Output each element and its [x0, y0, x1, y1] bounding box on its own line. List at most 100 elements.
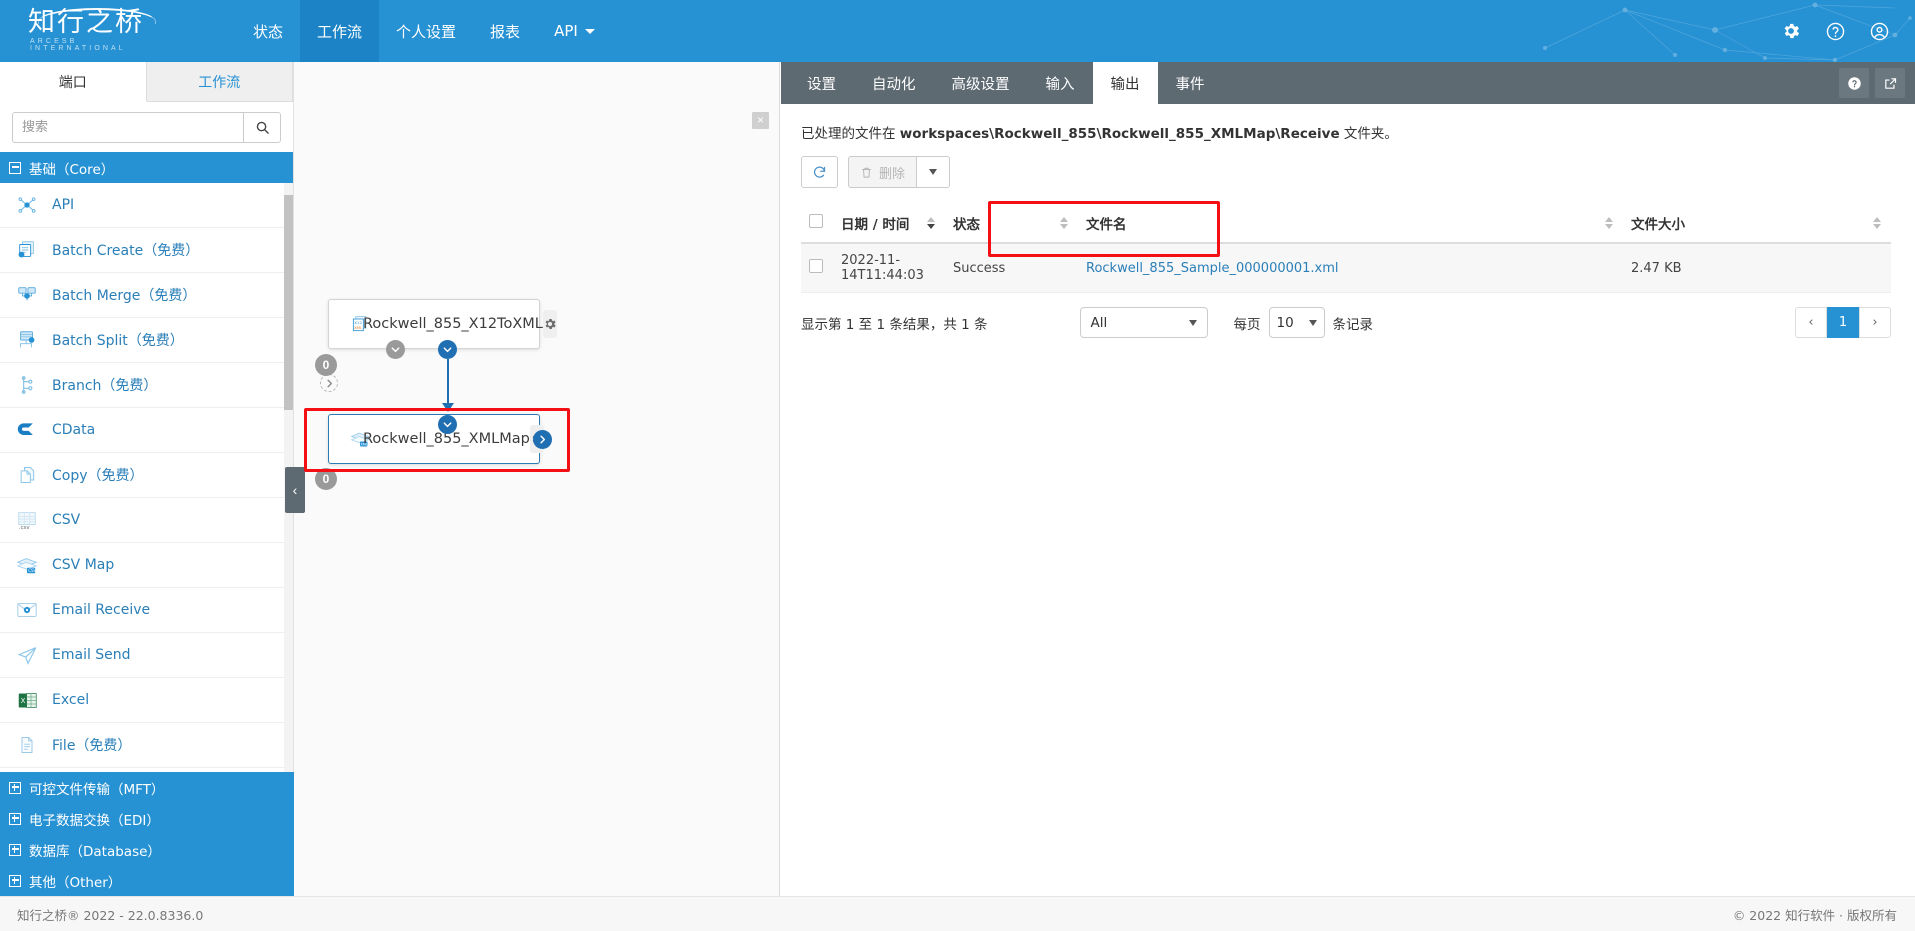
sidebar-group-mft[interactable]: 可控文件传输（MFT）	[0, 772, 294, 803]
delete-dropdown-button[interactable]	[916, 156, 950, 188]
nav-item-status[interactable]: 状态	[236, 0, 300, 62]
cdata-icon	[12, 420, 42, 440]
node-label: Rockwell_855_X12ToXML	[363, 316, 543, 332]
tab-input[interactable]: 输入	[1028, 62, 1093, 104]
close-icon[interactable]: ×	[752, 112, 769, 129]
group-label: 基础（Core）	[29, 158, 114, 178]
column-label: 文件名	[1086, 217, 1127, 233]
sidebar-item-batch-merge[interactable]: Batch Merge（免费）	[0, 273, 293, 318]
column-select-all	[801, 204, 833, 243]
chevron-down-icon	[1189, 320, 1197, 326]
tab-output[interactable]: 输出	[1093, 62, 1158, 104]
sidebar-tab-ports[interactable]: 端口	[0, 62, 147, 102]
sidebar-item-excel[interactable]: X Excel	[0, 678, 293, 723]
refresh-button[interactable]	[801, 156, 838, 188]
delete-button-group: 删除	[848, 156, 950, 188]
version-text: 知行之桥® 2022 - 22.0.8336.0	[17, 905, 203, 924]
nav-item-reports[interactable]: 报表	[473, 0, 537, 62]
sidebar-item-branch[interactable]: Branch（免费）	[0, 363, 293, 408]
sidebar-item-label: CData	[52, 422, 95, 438]
tab-events[interactable]: 事件	[1158, 62, 1223, 104]
per-page-select[interactable]: 10	[1269, 307, 1325, 338]
sidebar-item-label: CSV Map	[52, 557, 114, 573]
search-input[interactable]	[12, 112, 243, 143]
next-label: ›	[1872, 315, 1877, 330]
sidebar-group-other[interactable]: 其他（Other）	[0, 865, 294, 896]
sidebar-item-file[interactable]: File（免费）	[0, 723, 293, 768]
tab-label: 输出	[1111, 73, 1140, 94]
column-filename[interactable]: 文件名	[1078, 204, 1623, 243]
node-output-connector-secondary[interactable]	[386, 340, 405, 359]
nav-item-api[interactable]: API	[537, 0, 612, 62]
table-row[interactable]: 2022-11-14T11:44:03 Success Rockwell_855…	[801, 243, 1891, 293]
tab-settings[interactable]: 设置	[789, 62, 854, 104]
table-header-row: 日期 / 时间 状态	[801, 204, 1891, 243]
per-page-prefix: 每页	[1234, 313, 1261, 333]
sidebar-item-cdata[interactable]: CData	[0, 408, 293, 453]
sidebar-item-api[interactable]: API	[0, 183, 293, 228]
scrollbar-thumb[interactable]	[284, 195, 293, 410]
gear-icon[interactable]	[1769, 9, 1813, 53]
sidebar-item-csv[interactable]: .csv CSV	[0, 498, 293, 543]
right-panel: 设置 自动化 高级设置 输入 输出 事件	[781, 62, 1915, 931]
app-logo[interactable]: 知行之桥 ARCESB INTERNATIONAL	[24, 6, 164, 54]
gear-icon[interactable]	[543, 310, 557, 338]
help-icon[interactable]	[1813, 9, 1857, 53]
workflow-canvas[interactable]: × ‹ 0 X12 XML Rockwell_855_X12ToXML	[294, 62, 780, 931]
tab-automation[interactable]: 自动化	[854, 62, 934, 104]
filter-select[interactable]: All	[1080, 307, 1208, 338]
sidebar-item-csv-map[interactable]: CSV CSV Map	[0, 543, 293, 588]
sidebar-group-core[interactable]: 基础（Core）	[0, 152, 293, 183]
column-datetime[interactable]: 日期 / 时间	[833, 204, 945, 243]
node-output-connector-primary[interactable]	[438, 340, 457, 359]
select-all-checkbox[interactable]	[809, 214, 823, 228]
help-icon[interactable]	[1839, 68, 1869, 98]
nav-item-workflow[interactable]: 工作流	[300, 0, 379, 62]
pagination-next-button[interactable]: ›	[1859, 307, 1891, 338]
account-icon[interactable]	[1857, 9, 1901, 53]
chevron-down-icon	[585, 29, 595, 34]
pagination-controls: ‹ 1 ›	[1795, 307, 1891, 338]
nav-label: API	[554, 22, 578, 40]
nav-item-personal-settings[interactable]: 个人设置	[379, 0, 473, 62]
pagination-page-1[interactable]: 1	[1827, 307, 1859, 338]
node-output-connector-right[interactable]	[533, 430, 552, 449]
svg-text:X: X	[20, 697, 25, 705]
page-label: 1	[1839, 315, 1847, 330]
delete-button[interactable]: 删除	[848, 156, 916, 188]
nav-label: 报表	[490, 21, 520, 42]
email-receive-icon	[12, 599, 42, 621]
pagination-prev-button[interactable]: ‹	[1795, 307, 1827, 338]
group-label: 电子数据交换（EDI）	[29, 809, 160, 829]
sidebar-item-email-send[interactable]: Email Send	[0, 633, 293, 678]
node-input-connector[interactable]	[438, 415, 457, 434]
file-download-link[interactable]: Rockwell_855_Sample_000000001.xml	[1086, 261, 1339, 276]
sidebar-collapse-handle[interactable]: ‹	[285, 467, 305, 513]
pagination-info: 显示第 1 至 1 条结果，共 1 条	[801, 313, 988, 333]
workflow-node-xmlmap[interactable]: XML Rockwell_855_XMLMap	[328, 414, 540, 464]
filter-value: All	[1091, 315, 1108, 331]
desc-path: workspaces\Rockwell_855\Rockwell_855_XML…	[900, 126, 1340, 142]
expand-plus-icon	[9, 875, 21, 887]
sidebar-item-label: Email Receive	[52, 602, 150, 618]
node-connector-arrowhead	[442, 403, 454, 412]
tab-advanced-settings[interactable]: 高级设置	[934, 62, 1028, 104]
sidebar-item-batch-create[interactable]: Batch Create（免费）	[0, 228, 293, 273]
prev-label: ‹	[1808, 315, 1813, 330]
node-input-connector[interactable]	[320, 374, 338, 392]
column-label: 状态	[953, 217, 980, 233]
search-button[interactable]	[243, 112, 281, 143]
sidebar-item-copy[interactable]: Copy（免费）	[0, 453, 293, 498]
sidebar-group-edi[interactable]: 电子数据交换（EDI）	[0, 803, 294, 834]
sidebar-item-email-receive[interactable]: Email Receive	[0, 588, 293, 633]
collapse-label: ‹	[293, 482, 298, 498]
workflow-node-x12toxml[interactable]: X12 XML Rockwell_855_X12ToXML	[328, 299, 540, 349]
row-checkbox[interactable]	[809, 259, 823, 273]
sidebar-item-batch-split[interactable]: Batch Split（免费）	[0, 318, 293, 363]
sidebar-group-database[interactable]: 数据库（Database）	[0, 834, 294, 865]
column-status[interactable]: 状态	[945, 204, 1078, 243]
sidebar-tab-workflows[interactable]: 工作流	[147, 62, 294, 101]
popout-icon[interactable]	[1875, 68, 1905, 98]
excel-icon: X	[12, 690, 42, 711]
column-filesize[interactable]: 文件大小	[1623, 204, 1891, 243]
